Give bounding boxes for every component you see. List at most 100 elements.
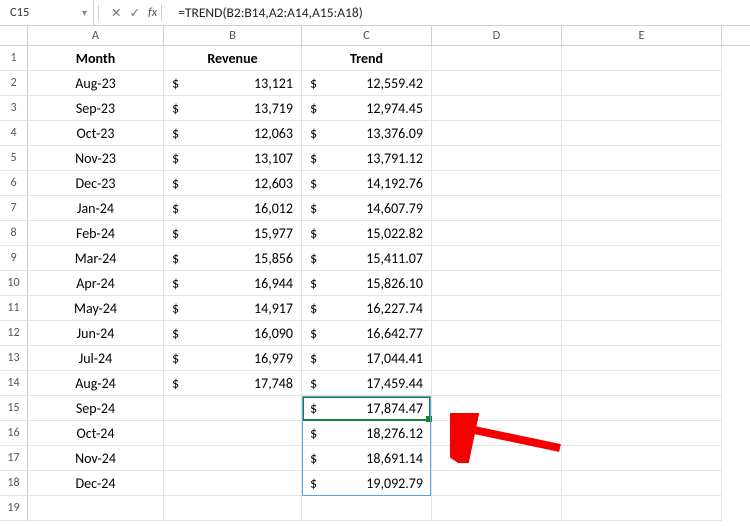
row-header[interactable]: 14 [0,371,28,396]
cell-trend[interactable]: $19,092.79 [302,471,432,496]
cell-trend[interactable] [302,496,432,521]
cell-empty[interactable] [562,71,722,96]
row-header[interactable]: 17 [0,446,28,471]
column-header-b[interactable]: B [164,26,302,45]
cell-revenue[interactable] [164,421,302,446]
cell-revenue[interactable] [164,496,302,521]
cell-empty[interactable] [432,121,562,146]
fx-icon[interactable]: fx [148,5,157,20]
cell-revenue[interactable]: $13,121 [164,71,302,96]
cell-empty[interactable] [432,296,562,321]
cell-empty[interactable] [432,271,562,296]
row-header[interactable]: 16 [0,421,28,446]
cell-empty[interactable] [432,146,562,171]
row-header[interactable]: 13 [0,346,28,371]
cell-empty[interactable] [432,71,562,96]
cell-empty[interactable] [562,271,722,296]
column-header-d[interactable]: D [432,26,562,45]
row-header[interactable]: 18 [0,471,28,496]
cell-empty[interactable] [432,396,562,421]
cell-revenue[interactable] [164,446,302,471]
cell-revenue[interactable]: $12,603 [164,171,302,196]
row-header[interactable]: 9 [0,246,28,271]
cell-empty[interactable] [562,46,722,71]
column-header-a[interactable]: A [28,26,164,45]
cell-month[interactable]: Sep-23 [28,96,164,121]
cell-month[interactable]: Aug-23 [28,71,164,96]
cell-empty[interactable] [432,371,562,396]
cell-month[interactable]: Month [28,46,164,71]
name-box[interactable]: C15 ▾ [0,0,94,25]
row-header[interactable]: 1 [0,46,28,71]
cell-revenue[interactable]: $15,977 [164,221,302,246]
cell-trend[interactable]: $16,642.77 [302,321,432,346]
row-header[interactable]: 7 [0,196,28,221]
cell-trend[interactable]: $12,974.45 [302,96,432,121]
cell-empty[interactable] [432,221,562,246]
cell-month[interactable]: Dec-24 [28,471,164,496]
cell-month[interactable]: Oct-23 [28,121,164,146]
cell-month[interactable]: Mar-24 [28,246,164,271]
cell-trend[interactable]: $16,227.74 [302,296,432,321]
cell-month[interactable]: Nov-23 [28,146,164,171]
cell-month[interactable]: Jul-24 [28,346,164,371]
cell-revenue[interactable] [164,396,302,421]
cell-month[interactable]: Oct-24 [28,421,164,446]
cell-empty[interactable] [562,121,722,146]
row-header[interactable]: 19 [0,496,28,521]
column-header-c[interactable]: C [302,26,432,45]
cell-empty[interactable] [562,246,722,271]
cell-revenue[interactable]: $16,012 [164,196,302,221]
cell-empty[interactable] [562,496,722,521]
cell-empty[interactable] [562,296,722,321]
cell-month[interactable]: Jun-24 [28,321,164,346]
cell-empty[interactable] [562,471,722,496]
row-header[interactable]: 2 [0,71,28,96]
cell-trend[interactable]: Trend [302,46,432,71]
cell-month[interactable]: Apr-24 [28,271,164,296]
cell-empty[interactable] [432,171,562,196]
cell-trend[interactable]: $17,044.41 [302,346,432,371]
cell-revenue[interactable]: $12,063 [164,121,302,146]
cell-empty[interactable] [562,96,722,121]
cell-month[interactable]: May-24 [28,296,164,321]
cell-trend[interactable]: $14,607.79 [302,196,432,221]
cell-empty[interactable] [562,346,722,371]
cell-trend[interactable]: $15,022.82 [302,221,432,246]
cell-empty[interactable] [432,346,562,371]
cell-empty[interactable] [562,321,722,346]
cell-month[interactable]: Feb-24 [28,221,164,246]
cell-revenue[interactable] [164,471,302,496]
cell-revenue[interactable]: $13,107 [164,146,302,171]
cell-empty[interactable] [562,446,722,471]
cell-empty[interactable] [432,321,562,346]
cancel-icon[interactable]: ✕ [111,5,121,21]
row-header[interactable]: 3 [0,96,28,121]
cell-empty[interactable] [562,371,722,396]
confirm-icon[interactable]: ✓ [129,5,139,21]
cell-month[interactable]: Sep-24 [28,396,164,421]
cell-revenue[interactable]: $15,856 [164,246,302,271]
row-header[interactable]: 10 [0,271,28,296]
formula-input[interactable]: =TREND(B2:B14,A2:A14,A15:A18) [166,0,750,25]
cell-revenue[interactable]: $13,719 [164,96,302,121]
chevron-down-icon[interactable]: ▾ [82,6,87,19]
cell-empty[interactable] [562,221,722,246]
cell-empty[interactable] [432,196,562,221]
cell-empty[interactable] [562,396,722,421]
cell-trend[interactable]: $15,411.07 [302,246,432,271]
cell-trend[interactable]: $17,459.44 [302,371,432,396]
cell-revenue[interactable]: $16,979 [164,346,302,371]
cell-trend[interactable]: $12,559.42 [302,71,432,96]
cell-month[interactable]: Nov-24 [28,446,164,471]
cell-empty[interactable] [562,196,722,221]
cell-empty[interactable] [562,171,722,196]
cell-empty[interactable] [432,96,562,121]
cell-empty[interactable] [432,46,562,71]
cell-empty[interactable] [432,246,562,271]
cell-trend[interactable]: $18,691.14 [302,446,432,471]
cell-month[interactable]: Jan-24 [28,196,164,221]
cell-month[interactable] [28,496,164,521]
cell-trend[interactable]: $14,192.76 [302,171,432,196]
row-header[interactable]: 11 [0,296,28,321]
